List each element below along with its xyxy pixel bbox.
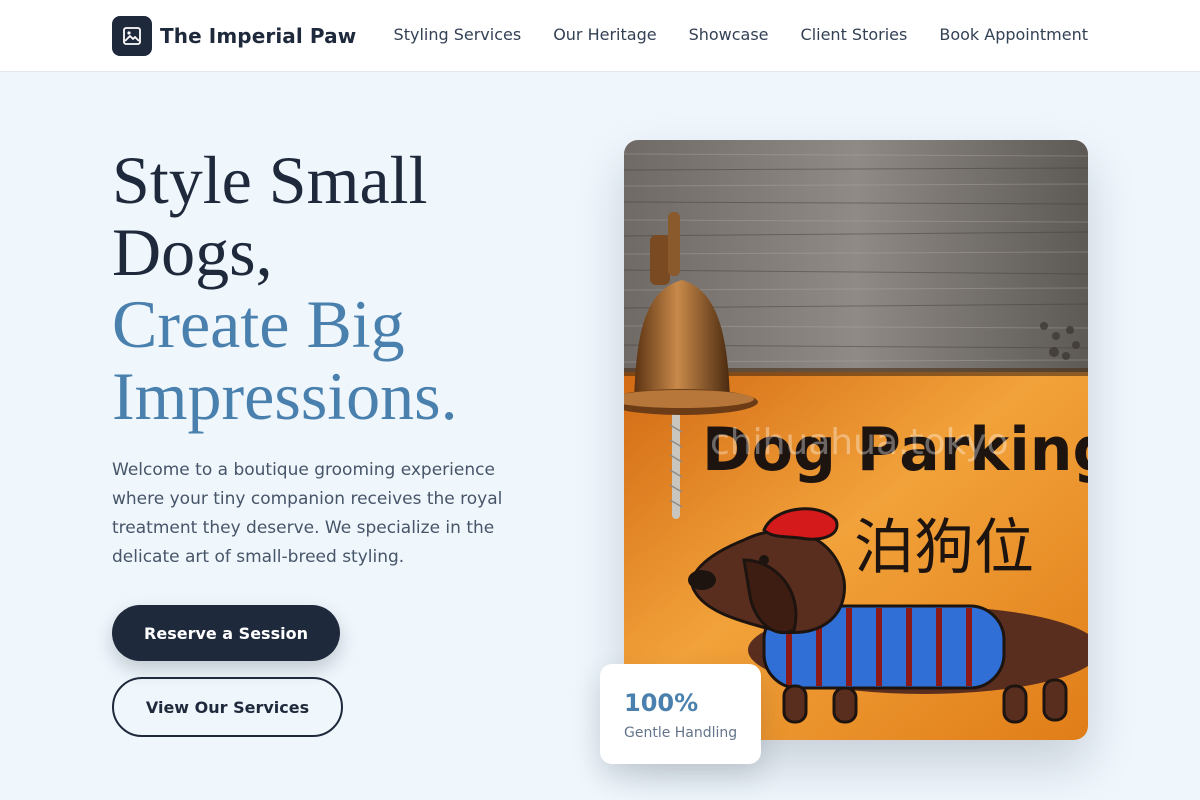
stat-card: 100% Gentle Handling <box>600 664 761 764</box>
sign-chinese-text: 泊狗位 <box>854 513 1034 583</box>
nav-showcase[interactable]: Showcase <box>689 24 769 46</box>
headline-accent-line: Create Big <box>112 286 405 362</box>
nav-styling-services[interactable]: Styling Services <box>394 24 522 46</box>
nav-client-stories[interactable]: Client Stories <box>801 24 908 46</box>
image-icon <box>112 16 152 56</box>
main-nav: Styling Services Our Heritage Showcase C… <box>394 24 1088 46</box>
stat-value: 100% <box>624 689 699 717</box>
brand[interactable]: The Imperial Paw <box>112 16 356 56</box>
view-services-button[interactable]: View Our Services <box>112 677 343 737</box>
watermark-text: chihuahua.tokyo <box>710 422 1008 463</box>
headline-line: Dogs, <box>112 214 273 290</box>
headline-line: Style Small <box>112 142 428 218</box>
stat-label: Gentle Handling <box>624 725 738 741</box>
brand-name: The Imperial Paw <box>160 24 357 48</box>
hero-photo: Dog Parking 泊狗位 chihuahua.tokyo <box>624 140 1088 740</box>
nav-our-heritage[interactable]: Our Heritage <box>553 24 656 46</box>
nav-book-appointment[interactable]: Book Appointment <box>939 24 1088 46</box>
hero-headline: Style Small Dogs, Create Big Impressions… <box>112 144 572 432</box>
site-header: The Imperial Paw Styling Services Our He… <box>0 0 1200 72</box>
reserve-session-button[interactable]: Reserve a Session <box>112 605 340 661</box>
headline-accent-line: Impressions. <box>112 358 458 434</box>
hero-intro: Welcome to a boutique grooming experienc… <box>112 460 503 567</box>
